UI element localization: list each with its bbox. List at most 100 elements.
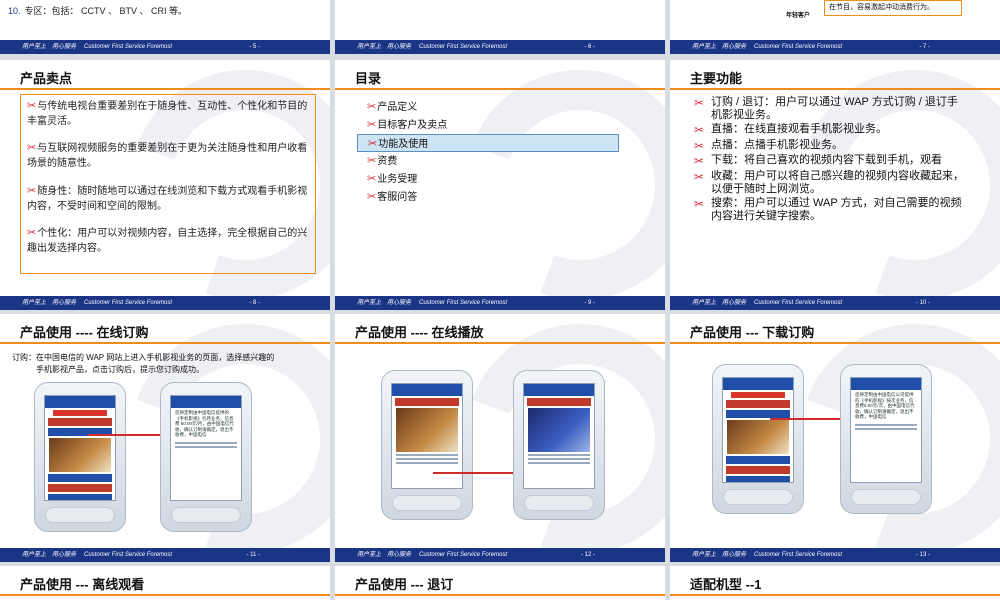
slide-5-item: 10. 专区：包括： CCTV 、 BTV 、 CRI 等。 bbox=[8, 4, 187, 17]
selling-point: ✂与传统电视台重要差别在于随身性、互动性、个性化和节目的丰富灵活。 bbox=[27, 100, 308, 127]
toc-item[interactable]: ✂资费 bbox=[357, 152, 619, 170]
title-underline bbox=[335, 88, 665, 90]
title-underline bbox=[670, 594, 1000, 596]
scissors-icon: ✂ bbox=[694, 169, 705, 184]
phone-screen: 您将定制由中国电信公司提供的《手机影视》按次业务，信息费5.00元/次，由中国电… bbox=[850, 377, 922, 483]
slide-footer: 用户至上 用心服务 Customer First Service Foremost… bbox=[670, 40, 1000, 54]
feature-list: ✂ 订购 / 退订：用户可以通过 WAP 方式订购 / 退订手机影视业务。 ✂ 直播… bbox=[694, 96, 964, 224]
feature-item: ✂ 订购 / 退订：用户可以通过 WAP 方式订购 / 退订手机影视业务。 bbox=[694, 96, 958, 122]
scissors-icon: ✂ bbox=[368, 138, 378, 150]
scissors-icon: ✂ bbox=[367, 101, 377, 113]
feature-item: ✂ 收藏：用户可以将自己感兴趣的视频内容收藏起来，以便于随时上网浏览。 bbox=[694, 169, 964, 195]
phone-keypad bbox=[45, 507, 115, 523]
phone-screen bbox=[523, 383, 595, 489]
slide-title: 适配机型 --1 bbox=[690, 577, 762, 592]
scissors-icon: ✂ bbox=[367, 191, 377, 203]
phone-mockup bbox=[381, 370, 473, 520]
phone-mockup bbox=[513, 370, 605, 520]
slide-11: 产品使用 ---- 在线订购 订购：在中国电信的 WAP 网站上进入手机影视业务… bbox=[0, 314, 330, 562]
phone-keypad bbox=[851, 489, 921, 505]
slide-footer: 用户至上 用心服务 Customer First Service Foremost… bbox=[335, 296, 665, 310]
phone-mockup: 您将定制由中国电信公司提供的《手机影视》按次业务，信息费5.00元/次，由中国电… bbox=[840, 364, 932, 514]
slide-footer: 用户至上 用心服务 Customer First Service Foremost… bbox=[335, 548, 665, 562]
toc-item[interactable]: ✂目标客户及卖点 bbox=[357, 116, 619, 134]
table-of-contents: ✂产品定义 ✂目标客户及卖点 ✂功能及使用 ✂资费 ✂业务受理 ✂客服问答 bbox=[357, 98, 619, 206]
page-number: - 7 - bbox=[919, 44, 930, 50]
scissors-icon: ✂ bbox=[27, 142, 37, 155]
slide-13: 产品使用 --- 下载订购 您将定制由中国电信公司提供的《手机影视》按次业务，信… bbox=[670, 314, 1000, 562]
slide-8: 产品卖点 ✂与传统电视台重要差别在于随身性、互动性、个性化和节目的丰富灵活。 ✂… bbox=[0, 60, 330, 310]
flow-arrow bbox=[770, 418, 842, 420]
phone-screen: 您将定制由中国电信提供的《手机影视》包月业务，信息费 80.00元/月，由中国电… bbox=[170, 395, 242, 501]
label-young-customers: 年轻客户 bbox=[786, 13, 811, 19]
page-number: - 5 - bbox=[249, 44, 260, 50]
slide-footer: 用户至上 用心服务 Customer First Service Foremost… bbox=[0, 296, 330, 310]
slide-title: 产品使用 --- 退订 bbox=[355, 577, 454, 592]
flow-arrow bbox=[433, 472, 517, 474]
slide-5: 10. 专区：包括： CCTV 、 BTV 、 CRI 等。 用户至上 用心服务 C… bbox=[0, 0, 330, 54]
scissors-icon: ✂ bbox=[27, 100, 37, 112]
slide-title: 产品卖点 bbox=[20, 71, 73, 86]
phone-screen bbox=[722, 377, 794, 483]
confirm-text: 您将定制由中国电信提供的《手机影视》包月业务，信息费 80.00元/月，由中国电… bbox=[175, 410, 234, 437]
page-number: - 13 - bbox=[915, 552, 930, 558]
toc-item[interactable]: ✂产品定义 bbox=[357, 98, 619, 116]
title-underline bbox=[335, 342, 665, 344]
feature-item: ✂ 点播：点播手机影视业务。 bbox=[694, 138, 843, 153]
slide-footer: 用户至上 用心服务 Customer First Service Foremost… bbox=[0, 548, 330, 562]
title-underline bbox=[0, 594, 330, 596]
scissors-icon: ✂ bbox=[367, 119, 377, 131]
slide-title: 主要功能 bbox=[690, 71, 743, 86]
toc-item[interactable]: ✂客服问答 bbox=[357, 188, 619, 206]
feature-item: ✂ 直播：在线直接观看手机影视业务。 bbox=[694, 123, 887, 138]
item-text: 专区：包括： CCTV 、 BTV 、 CRI 等。 bbox=[24, 6, 188, 16]
slide-10: 主要功能 ✂ 订购 / 退订：用户可以通过 WAP 方式订购 / 退订手机影视业务… bbox=[670, 60, 1000, 310]
flow-arrow bbox=[88, 434, 164, 436]
confirm-text: 您将定制由中国电信公司提供的《手机影视》按次业务，信息费5.00元/次，由中国电… bbox=[855, 392, 915, 419]
scissors-icon: ✂ bbox=[27, 227, 37, 240]
callout-box: 在节目，容易激起冲动消费行为。 bbox=[824, 0, 962, 16]
slide-16: 适配机型 --1 bbox=[670, 566, 1000, 600]
slide-footer: 用户至上 用心服务 Customer First Service Foremost… bbox=[670, 296, 1000, 310]
slide-title: 产品使用 --- 下载订购 bbox=[690, 325, 815, 340]
title-underline bbox=[335, 594, 665, 596]
item-number: 10. bbox=[8, 6, 21, 16]
scissors-icon: ✂ bbox=[694, 96, 705, 110]
title-underline bbox=[0, 88, 330, 90]
slide-title: 产品使用 --- 离线观看 bbox=[20, 577, 145, 592]
page-number: - 8 - bbox=[249, 300, 260, 306]
feature-item: ✂ 下载：将自己喜欢的视频内容下载到手机，观看 bbox=[694, 154, 942, 169]
slide-7: 在节目，容易激起冲动消费行为。 年轻客户 用户至上 用心服务 Customer F… bbox=[670, 0, 1000, 54]
toc-item[interactable]: ✂业务受理 bbox=[357, 170, 619, 188]
slide-6: 用户至上 用心服务 Customer First Service Foremost… bbox=[335, 0, 665, 54]
page-number: - 9 - bbox=[584, 300, 595, 306]
slide-title: 产品使用 ---- 在线订购 bbox=[20, 325, 149, 340]
scissors-icon: ✂ bbox=[694, 154, 705, 169]
phone-keypad bbox=[723, 489, 793, 505]
slide-footer: 用户至上 用心服务 Customer First Service Foremost… bbox=[670, 548, 1000, 562]
page-number: - 10 - bbox=[915, 300, 930, 306]
title-underline bbox=[670, 88, 1000, 90]
slide-15: 产品使用 --- 退订 bbox=[335, 566, 665, 600]
slide-title: 产品使用 ---- 在线播放 bbox=[355, 325, 484, 340]
scissors-icon: ✂ bbox=[694, 196, 705, 211]
scissors-icon: ✂ bbox=[27, 184, 37, 197]
phone-keypad bbox=[392, 495, 462, 511]
phone-keypad bbox=[524, 495, 594, 511]
phone-screen bbox=[44, 395, 116, 501]
phone-mockup bbox=[34, 382, 126, 532]
slide-12: 产品使用 ---- 在线播放 用户至上 用心服务 Customer First S… bbox=[335, 314, 665, 562]
slide-9: 目录 ✂产品定义 ✂目标客户及卖点 ✂功能及使用 ✂资费 ✂业务受理 ✂客服问答… bbox=[335, 60, 665, 310]
selling-points-box: ✂与传统电视台重要差别在于随身性、互动性、个性化和节目的丰富灵活。 ✂与互联网视… bbox=[20, 94, 316, 274]
selling-point: ✂与互联网视频服务的重要差别在于更为关注随身性和用户收看场景的随意性。 bbox=[27, 142, 308, 170]
lead-text: 订购：在中国电信的 WAP 网站上进入手机影视业务的页面，选择感兴趣的 手机影视… bbox=[12, 353, 275, 374]
feature-item: ✂ 搜索：用户可以通过 WAP 方式，对自己需要的视频内容进行关键字搜索。 bbox=[694, 196, 962, 223]
phone-mockup bbox=[712, 364, 804, 514]
slide-title: 目录 bbox=[355, 71, 382, 86]
phone-keypad bbox=[171, 507, 241, 523]
slide-14: 产品使用 --- 离线观看 bbox=[0, 566, 330, 600]
phone-mockup: 您将定制由中国电信提供的《手机影视》包月业务，信息费 80.00元/月，由中国电… bbox=[160, 382, 252, 532]
toc-item-active[interactable]: ✂功能及使用 bbox=[357, 134, 619, 152]
slide-footer: 用户至上 用心服务 Customer First Service Foremost… bbox=[0, 40, 330, 54]
scissors-icon: ✂ bbox=[694, 123, 705, 138]
